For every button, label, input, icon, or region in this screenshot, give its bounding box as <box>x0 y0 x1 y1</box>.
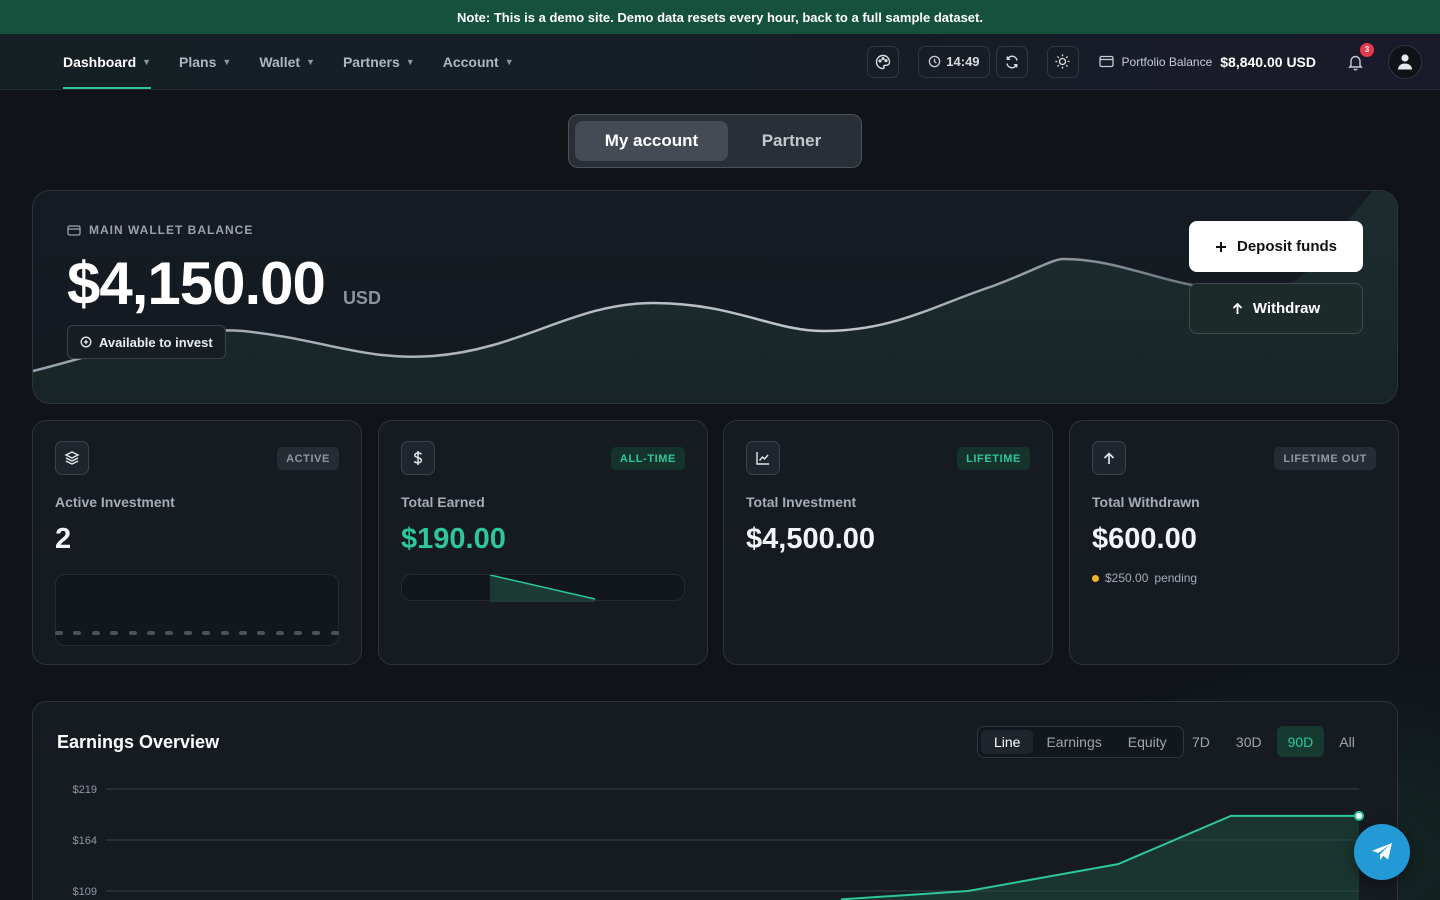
refresh-button[interactable] <box>995 45 1028 78</box>
user-avatar-button[interactable] <box>1388 44 1422 79</box>
deposit-funds-label: Deposit funds <box>1237 238 1337 255</box>
nav-account-label: Account <box>442 53 499 70</box>
nav-partners[interactable]: Partners ▼ <box>343 34 415 89</box>
stat-value: $600.00 <box>1092 523 1197 555</box>
top-navigation-bar: Dashboard ▼ Plans ▼ Wallet ▼ Partners ▼ Acco… <box>0 34 1440 90</box>
chevron-down-icon: ▼ <box>405 56 415 67</box>
stat-value: 2 <box>55 523 72 555</box>
topbar-actions: 14:49 Portfolio Balance $8,840.00 USD 3 <box>867 34 1422 89</box>
earned-sparkline-graphic <box>489 574 596 602</box>
stat-value: $4,500.00 <box>746 523 876 555</box>
switch-my-account[interactable]: My account <box>575 121 728 161</box>
portfolio-balance: Portfolio Balance $8,840.00 USD <box>1098 53 1316 70</box>
theme-palette-button[interactable] <box>867 45 900 78</box>
plus-icon <box>1216 241 1226 252</box>
pending-amount: $250.00 <box>1105 571 1149 585</box>
account-switcher: My account Partner <box>568 114 862 168</box>
status-badge: LIFETIME <box>957 447 1030 470</box>
chevron-down-icon: ▼ <box>142 56 152 67</box>
pending-dot-icon <box>1092 574 1099 582</box>
chevron-down-icon: ▼ <box>306 56 315 67</box>
available-to-invest-badge: Available to invest <box>67 325 226 359</box>
stat-title: Active Investment <box>55 494 175 510</box>
sparkline-placeholder <box>55 631 339 635</box>
nav-dashboard[interactable]: Dashboard ▼ <box>63 34 152 89</box>
stat-title: Total Earned <box>401 494 485 510</box>
nav-wallet-label: Wallet <box>259 53 301 70</box>
dollar-icon <box>401 441 435 475</box>
y-tick-label: $164 <box>73 835 97 847</box>
stat-card-total-withdrawn: LIFETIME OUT Total Withdrawn $600.00 $25… <box>1069 420 1399 665</box>
pending-label: pending <box>1154 571 1198 585</box>
telegram-chat-button[interactable] <box>1354 824 1410 880</box>
series-area <box>841 815 1359 900</box>
sun-icon <box>1055 54 1070 69</box>
wallet-card-icon <box>1098 55 1114 68</box>
chart-line-icon <box>746 441 780 475</box>
nav-account[interactable]: Account ▼ <box>443 34 514 89</box>
y-tick-label: $109 <box>73 886 97 898</box>
portfolio-balance-label: Portfolio Balance <box>1121 54 1213 69</box>
portfolio-balance-value: $8,840.00 USD <box>1220 53 1316 70</box>
available-to-invest-text: Available to invest <box>99 334 213 350</box>
bell-icon <box>1347 55 1363 71</box>
status-badge: ALL-TIME <box>610 447 685 470</box>
nav-dashboard-label: Dashboard <box>63 53 137 70</box>
notifications-button[interactable]: 3 <box>1344 42 1374 73</box>
chevron-down-icon: ▼ <box>504 56 514 67</box>
status-badge: ACTIVE <box>277 447 339 470</box>
earned-sparkline <box>401 574 685 602</box>
main-wallet-label-text: MAIN WALLET BALANCE <box>89 223 254 237</box>
palette-icon <box>876 54 891 69</box>
layers-icon <box>55 441 89 475</box>
nav-plans-label: Plans <box>179 53 217 70</box>
refresh-icon <box>1005 55 1018 68</box>
earnings-overview-panel: Earnings Overview Line Earnings Equity 7… <box>32 701 1398 900</box>
notification-count-badge: 3 <box>1360 42 1374 57</box>
nav-plans[interactable]: Plans ▼ <box>179 34 231 89</box>
stat-card-active-investment: ACTIVE Active Investment 2 <box>32 420 362 665</box>
pending-withdrawal: $250.00 pending <box>1092 571 1197 585</box>
main-wallet-card: MAIN WALLET BALANCE $4,150.00 USD Availa… <box>32 190 1398 404</box>
main-wallet-amount: $4,150.00 <box>67 250 326 317</box>
user-icon <box>1398 54 1412 70</box>
plus-circle-icon <box>80 336 92 348</box>
stat-card-total-earned: ALL-TIME Total Earned $190.00 <box>378 420 708 665</box>
nav-wallet[interactable]: Wallet ▼ <box>259 34 315 89</box>
y-tick-label: $219 <box>73 784 97 796</box>
arrow-up-icon <box>1232 302 1242 314</box>
switch-partner[interactable]: Partner <box>728 121 855 161</box>
main-wallet-balance: $4,150.00 USD <box>67 249 381 318</box>
status-badge: LIFETIME OUT <box>1274 447 1376 470</box>
earnings-chart: $219 $164 $109 <box>73 784 1364 900</box>
main-nav: Dashboard ▼ Plans ▼ Wallet ▼ Partners ▼ Acco… <box>63 34 542 89</box>
withdraw-button[interactable]: Withdraw <box>1189 283 1363 334</box>
telegram-icon <box>1372 843 1392 860</box>
stat-title: Total Investment <box>746 494 857 510</box>
arrow-up-icon <box>1092 441 1126 475</box>
sparkline-empty <box>55 574 339 646</box>
wallet-card-icon <box>67 224 81 236</box>
chevron-down-icon: ▼ <box>222 56 232 67</box>
series-point[interactable] <box>1354 810 1364 821</box>
stat-value: $190.00 <box>401 523 506 555</box>
demo-notice-banner: Note: This is a demo site. Demo data res… <box>0 0 1440 34</box>
withdraw-label: Withdraw <box>1252 300 1321 317</box>
stat-title: Total Withdrawn <box>1092 494 1200 510</box>
main-wallet-currency: USD <box>342 288 381 308</box>
clock-display: 14:49 <box>918 45 990 78</box>
stat-card-total-investment: LIFETIME Total Investment $4,500.00 <box>723 420 1053 665</box>
clock-icon <box>929 55 941 68</box>
theme-toggle-button[interactable] <box>1046 45 1079 78</box>
nav-partners-label: Partners <box>342 53 400 70</box>
deposit-funds-button[interactable]: Deposit funds <box>1189 221 1363 272</box>
clock-time: 14:49 <box>946 54 980 69</box>
main-wallet-label: MAIN WALLET BALANCE <box>67 223 253 237</box>
